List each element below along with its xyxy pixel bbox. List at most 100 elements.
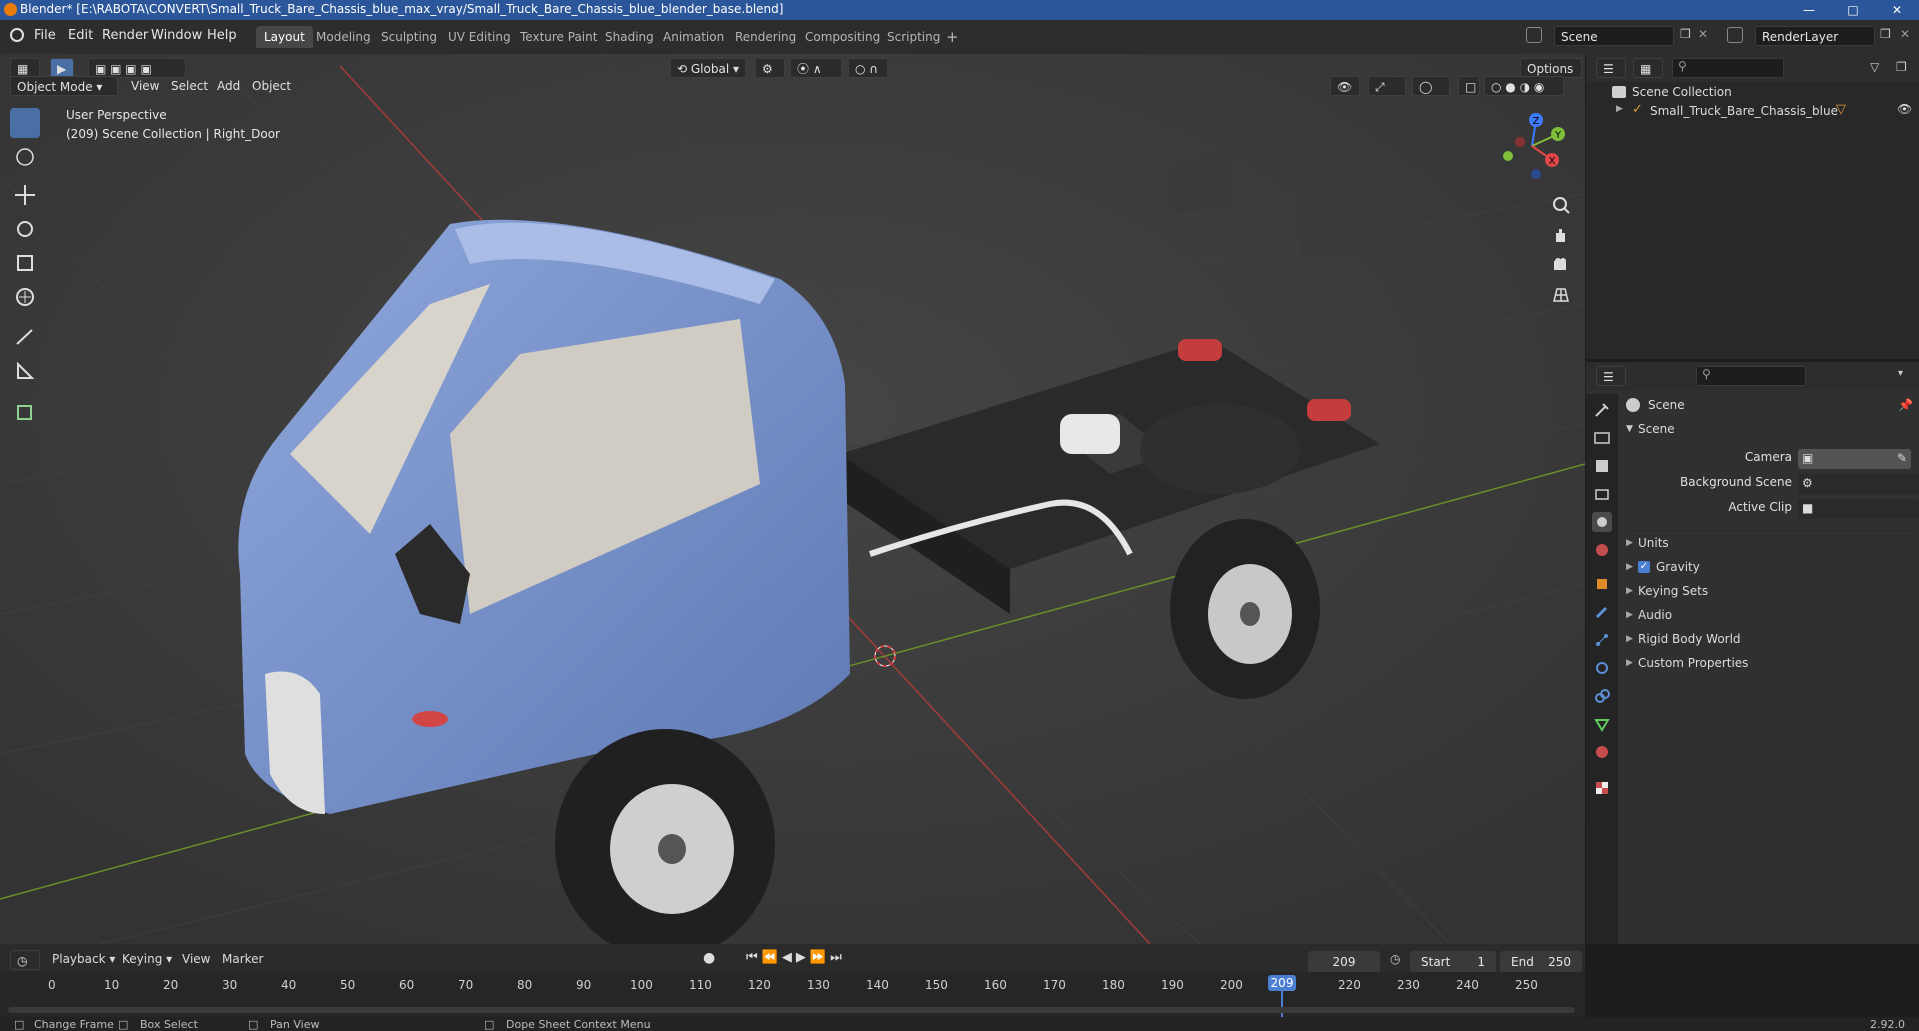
physics-tab-icon[interactable] xyxy=(1592,658,1612,678)
view-layer-icon[interactable] xyxy=(1727,27,1743,43)
menu-window[interactable]: Window xyxy=(151,28,202,43)
camera-view-icon[interactable] xyxy=(1548,252,1574,278)
gravity-checkbox[interactable]: ✓ xyxy=(1638,561,1650,573)
tab-compositing[interactable]: Compositing xyxy=(797,26,888,48)
editor-type-icon[interactable]: ▦ xyxy=(10,58,40,78)
new-scene-icon[interactable]: ❐ xyxy=(1680,27,1691,41)
tab-sculpting[interactable]: Sculpting xyxy=(373,26,445,48)
new-view-layer-icon[interactable]: ❐ xyxy=(1880,27,1891,41)
zoom-icon[interactable] xyxy=(1548,192,1574,218)
menu-help[interactable]: Help xyxy=(207,28,237,43)
panel-collapse-icon[interactable]: ▼ xyxy=(1626,424,1633,434)
delete-scene-icon[interactable]: ✕ xyxy=(1698,27,1708,41)
tool-tab-icon[interactable] xyxy=(1592,400,1612,420)
camera-field[interactable]: ▣ ✎ xyxy=(1798,449,1911,469)
clock-icon[interactable]: ◷ xyxy=(1390,952,1400,966)
custom-properties-arrow-icon[interactable]: ▶ xyxy=(1626,658,1633,668)
start-frame-field[interactable]: Start 1 xyxy=(1410,951,1496,973)
viewport-menu-view[interactable]: View xyxy=(131,79,159,93)
view-layer-tab-icon[interactable] xyxy=(1592,484,1612,504)
timeline-menu-marker[interactable]: Marker xyxy=(222,952,263,966)
cursor-tool-icon[interactable] xyxy=(10,142,40,172)
perspective-toggle-icon[interactable] xyxy=(1548,282,1574,308)
scene-field[interactable]: Scene xyxy=(1554,26,1674,46)
eyedropper-icon[interactable]: ✎ xyxy=(1897,451,1907,465)
timeline-menu-view[interactable]: View xyxy=(182,952,210,966)
visibility-eye-icon[interactable]: 👁 xyxy=(1897,102,1912,116)
add-cube-tool-icon[interactable] xyxy=(10,396,40,426)
constraints-tab-icon[interactable] xyxy=(1592,686,1612,706)
transform-tool-icon[interactable] xyxy=(10,282,40,312)
tab-layout[interactable]: Layout xyxy=(256,26,313,48)
timeline-scrollbar[interactable] xyxy=(8,1007,1575,1013)
annotate-tool-icon[interactable] xyxy=(10,322,40,352)
select-cursor-icon[interactable]: ▶ xyxy=(50,58,74,78)
menu-file[interactable]: File xyxy=(34,28,56,43)
transform-orientation-dropdown[interactable]: ⟲ Global ▾ xyxy=(670,58,746,78)
units-arrow-icon[interactable]: ▶ xyxy=(1626,538,1633,548)
units-section[interactable]: Units xyxy=(1638,536,1669,550)
render-tab-icon[interactable] xyxy=(1592,428,1612,448)
timeline-editor-type-icon[interactable]: ◷ xyxy=(10,950,40,970)
audio-arrow-icon[interactable]: ▶ xyxy=(1626,610,1633,620)
tab-animation[interactable]: Animation xyxy=(655,26,732,48)
menu-render[interactable]: Render xyxy=(102,28,148,43)
view-layer-field[interactable]: RenderLayer xyxy=(1755,26,1875,46)
record-icon[interactable]: ● xyxy=(703,950,715,966)
tab-shading[interactable]: Shading xyxy=(597,26,662,48)
shading-mode-icons[interactable]: ○ ● ◑ ◉ xyxy=(1484,76,1564,96)
filter-icon[interactable]: ▽ xyxy=(1870,60,1879,74)
tab-rendering[interactable]: Rendering xyxy=(727,26,804,48)
timeline-menu-keying[interactable]: Keying ▾ xyxy=(122,952,172,966)
data-tab-icon[interactable] xyxy=(1592,714,1612,734)
outliner-item[interactable]: Small_Truck_Bare_Chassis_blue xyxy=(1650,104,1838,118)
visibility-icon[interactable]: 👁 xyxy=(1330,76,1360,96)
overlays-toggle-icon[interactable]: ◯ xyxy=(1412,76,1450,96)
scene-collection-label[interactable]: Scene Collection xyxy=(1632,85,1732,99)
tab-modeling[interactable]: Modeling xyxy=(308,26,379,48)
tab-scripting[interactable]: Scripting xyxy=(879,26,948,48)
rigid-body-arrow-icon[interactable]: ▶ xyxy=(1626,634,1633,644)
proportional-editing-icon[interactable]: ○ ∩ xyxy=(848,58,888,78)
navigation-gizmo[interactable]: Z Y X xyxy=(1492,106,1572,186)
delete-view-layer-icon[interactable]: ✕ xyxy=(1900,27,1910,41)
menu-edit[interactable]: Edit xyxy=(68,28,93,43)
modifiers-tab-icon[interactable] xyxy=(1592,602,1612,622)
keying-sets-arrow-icon[interactable]: ▶ xyxy=(1626,586,1633,596)
end-frame-field[interactable]: End 250 xyxy=(1500,951,1582,973)
gravity-section[interactable]: Gravity xyxy=(1656,560,1700,574)
viewport-menu-add[interactable]: Add xyxy=(217,79,240,93)
selection-mode-icons[interactable]: ▣ ▣ ▣ ▣ xyxy=(88,58,186,78)
tab-uv-editing[interactable]: UV Editing xyxy=(440,26,519,48)
properties-options-icon[interactable]: ▾ xyxy=(1898,368,1903,379)
outliner-search-input[interactable]: ⚲ xyxy=(1672,58,1784,78)
rotate-tool-icon[interactable] xyxy=(10,214,40,244)
texture-tab-icon[interactable] xyxy=(1592,778,1612,798)
custom-properties-section[interactable]: Custom Properties xyxy=(1638,656,1748,670)
scene-icon[interactable] xyxy=(1526,27,1542,43)
playback-controls[interactable]: ⏮⏪◀▶⏩⏭ xyxy=(746,950,846,965)
active-clip-field[interactable]: ■ xyxy=(1798,499,1919,519)
pivot-point-icon[interactable]: ⚙ xyxy=(755,58,785,78)
measure-tool-icon[interactable] xyxy=(10,356,40,386)
particles-tab-icon[interactable] xyxy=(1592,630,1612,650)
xray-toggle-icon[interactable]: □ xyxy=(1458,76,1480,96)
pan-hand-icon[interactable] xyxy=(1548,222,1574,248)
outliner-editor-type-icon[interactable]: ☰ xyxy=(1596,58,1626,78)
object-tab-icon[interactable] xyxy=(1592,574,1612,594)
output-tab-icon[interactable] xyxy=(1592,456,1612,476)
maximize-icon[interactable]: □ xyxy=(1831,0,1875,20)
material-tab-icon[interactable] xyxy=(1592,742,1612,762)
gravity-arrow-icon[interactable]: ▶ xyxy=(1626,562,1633,572)
3d-viewport[interactable]: ▦ ▶ ▣ ▣ ▣ ▣ Object Mode ▾ View Select Ad… xyxy=(0,54,1585,944)
playhead-marker[interactable]: 209 xyxy=(1268,975,1296,991)
snapping-icon[interactable]: ⦿ ∧ xyxy=(790,58,842,78)
add-workspace-icon[interactable]: + xyxy=(946,28,959,46)
gizmo-toggle-icon[interactable]: ⤢ xyxy=(1368,76,1406,96)
properties-editor-type-icon[interactable]: ☰ xyxy=(1596,366,1626,386)
rigid-body-world-section[interactable]: Rigid Body World xyxy=(1638,632,1741,646)
select-box-tool-icon[interactable] xyxy=(10,108,40,138)
blender-menu-icon[interactable] xyxy=(10,28,24,42)
properties-search-input[interactable]: ⚲ xyxy=(1696,366,1806,386)
world-tab-icon[interactable] xyxy=(1592,540,1612,560)
